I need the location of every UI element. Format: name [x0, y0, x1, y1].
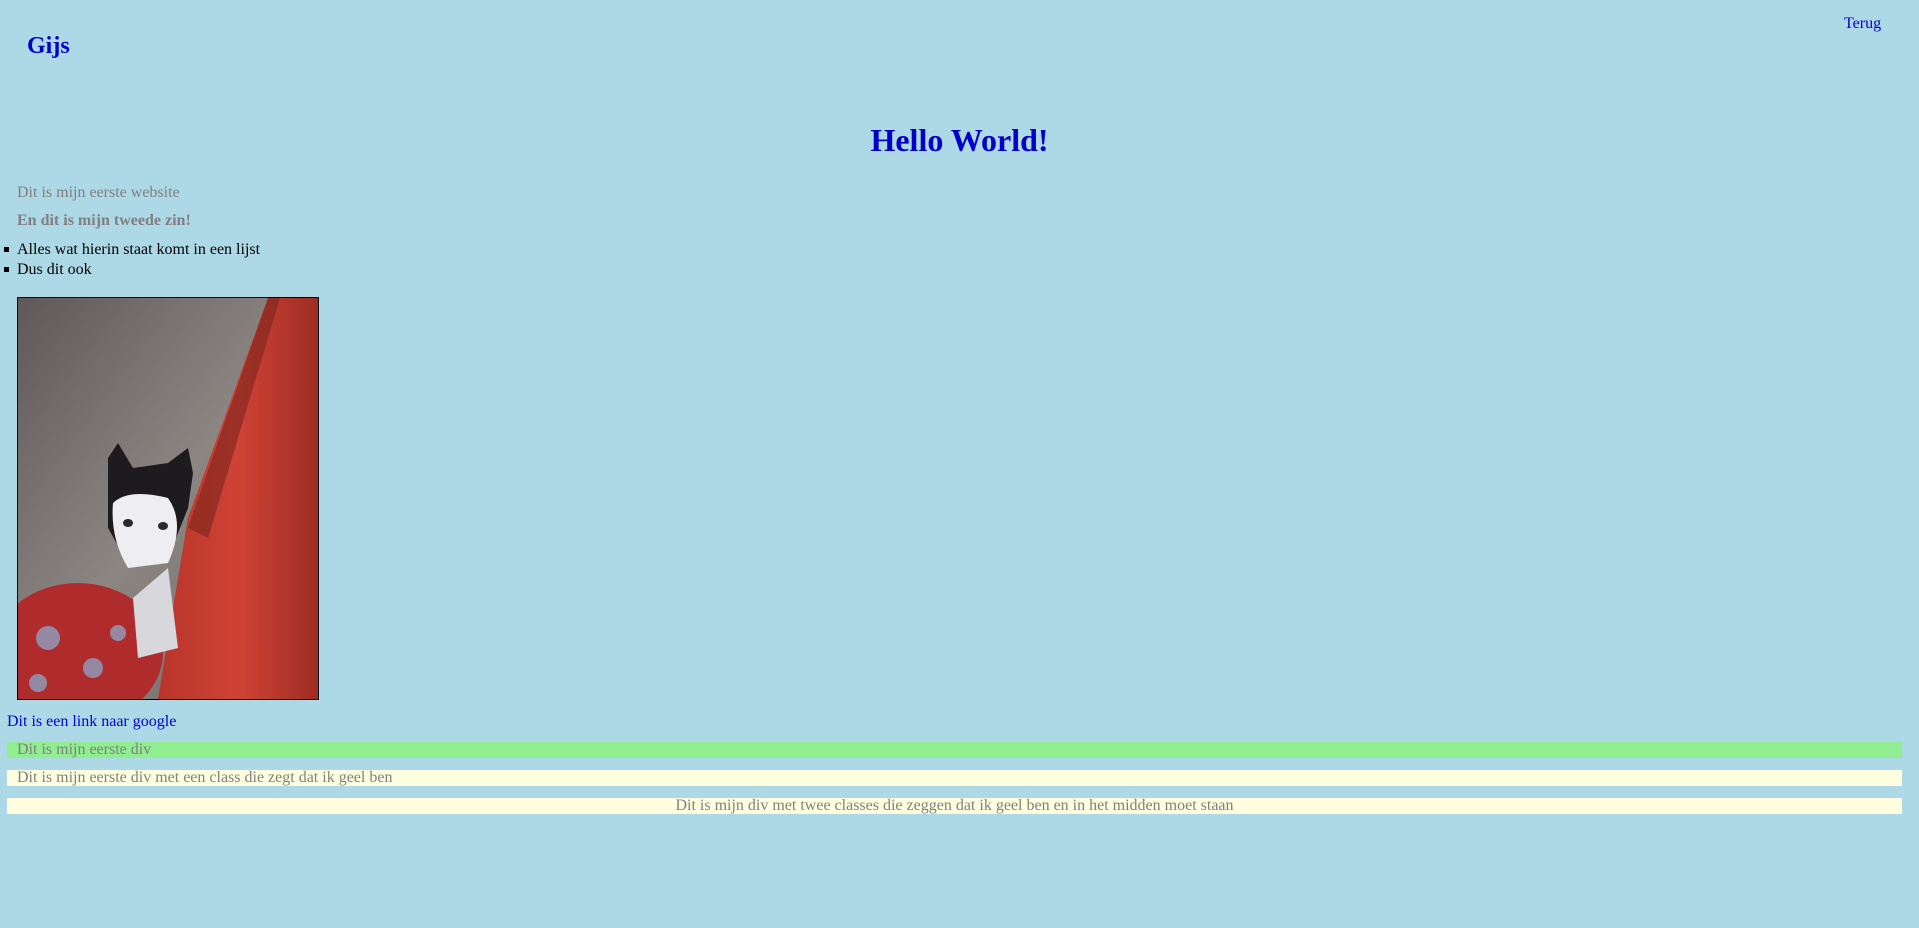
first-sentence: Dit is mijn eerste website — [17, 184, 180, 201]
bullet-list: Alles wat hierin staat komt in een lijst… — [0, 240, 260, 280]
list-item: Dus dit ook — [0, 260, 260, 280]
first-div: Dit is mijn eerste div — [7, 742, 1902, 758]
yellow-div-text: Dit is mijn eerste div met een class die… — [17, 769, 393, 786]
second-sentence: En dit is mijn tweede zin! — [17, 212, 191, 229]
yellow-div: Dit is mijn eerste div met een class die… — [7, 770, 1902, 786]
page-title: Hello World! — [870, 122, 1049, 158]
google-link[interactable]: Dit is een link naar google — [7, 713, 176, 731]
cat-photo-illustration — [18, 298, 318, 699]
first-div-text: Dit is mijn eerste div — [17, 741, 152, 758]
back-link[interactable]: Terug — [1844, 15, 1881, 33]
list-item: Alles wat hierin staat komt in een lijst — [0, 240, 260, 260]
cat-photo — [17, 297, 319, 700]
yellow-centered-div-text: Dit is mijn div met twee classes die zeg… — [675, 797, 1234, 814]
site-name: Gijs — [27, 33, 70, 59]
yellow-centered-div: Dit is mijn div met twee classes die zeg… — [7, 798, 1902, 814]
